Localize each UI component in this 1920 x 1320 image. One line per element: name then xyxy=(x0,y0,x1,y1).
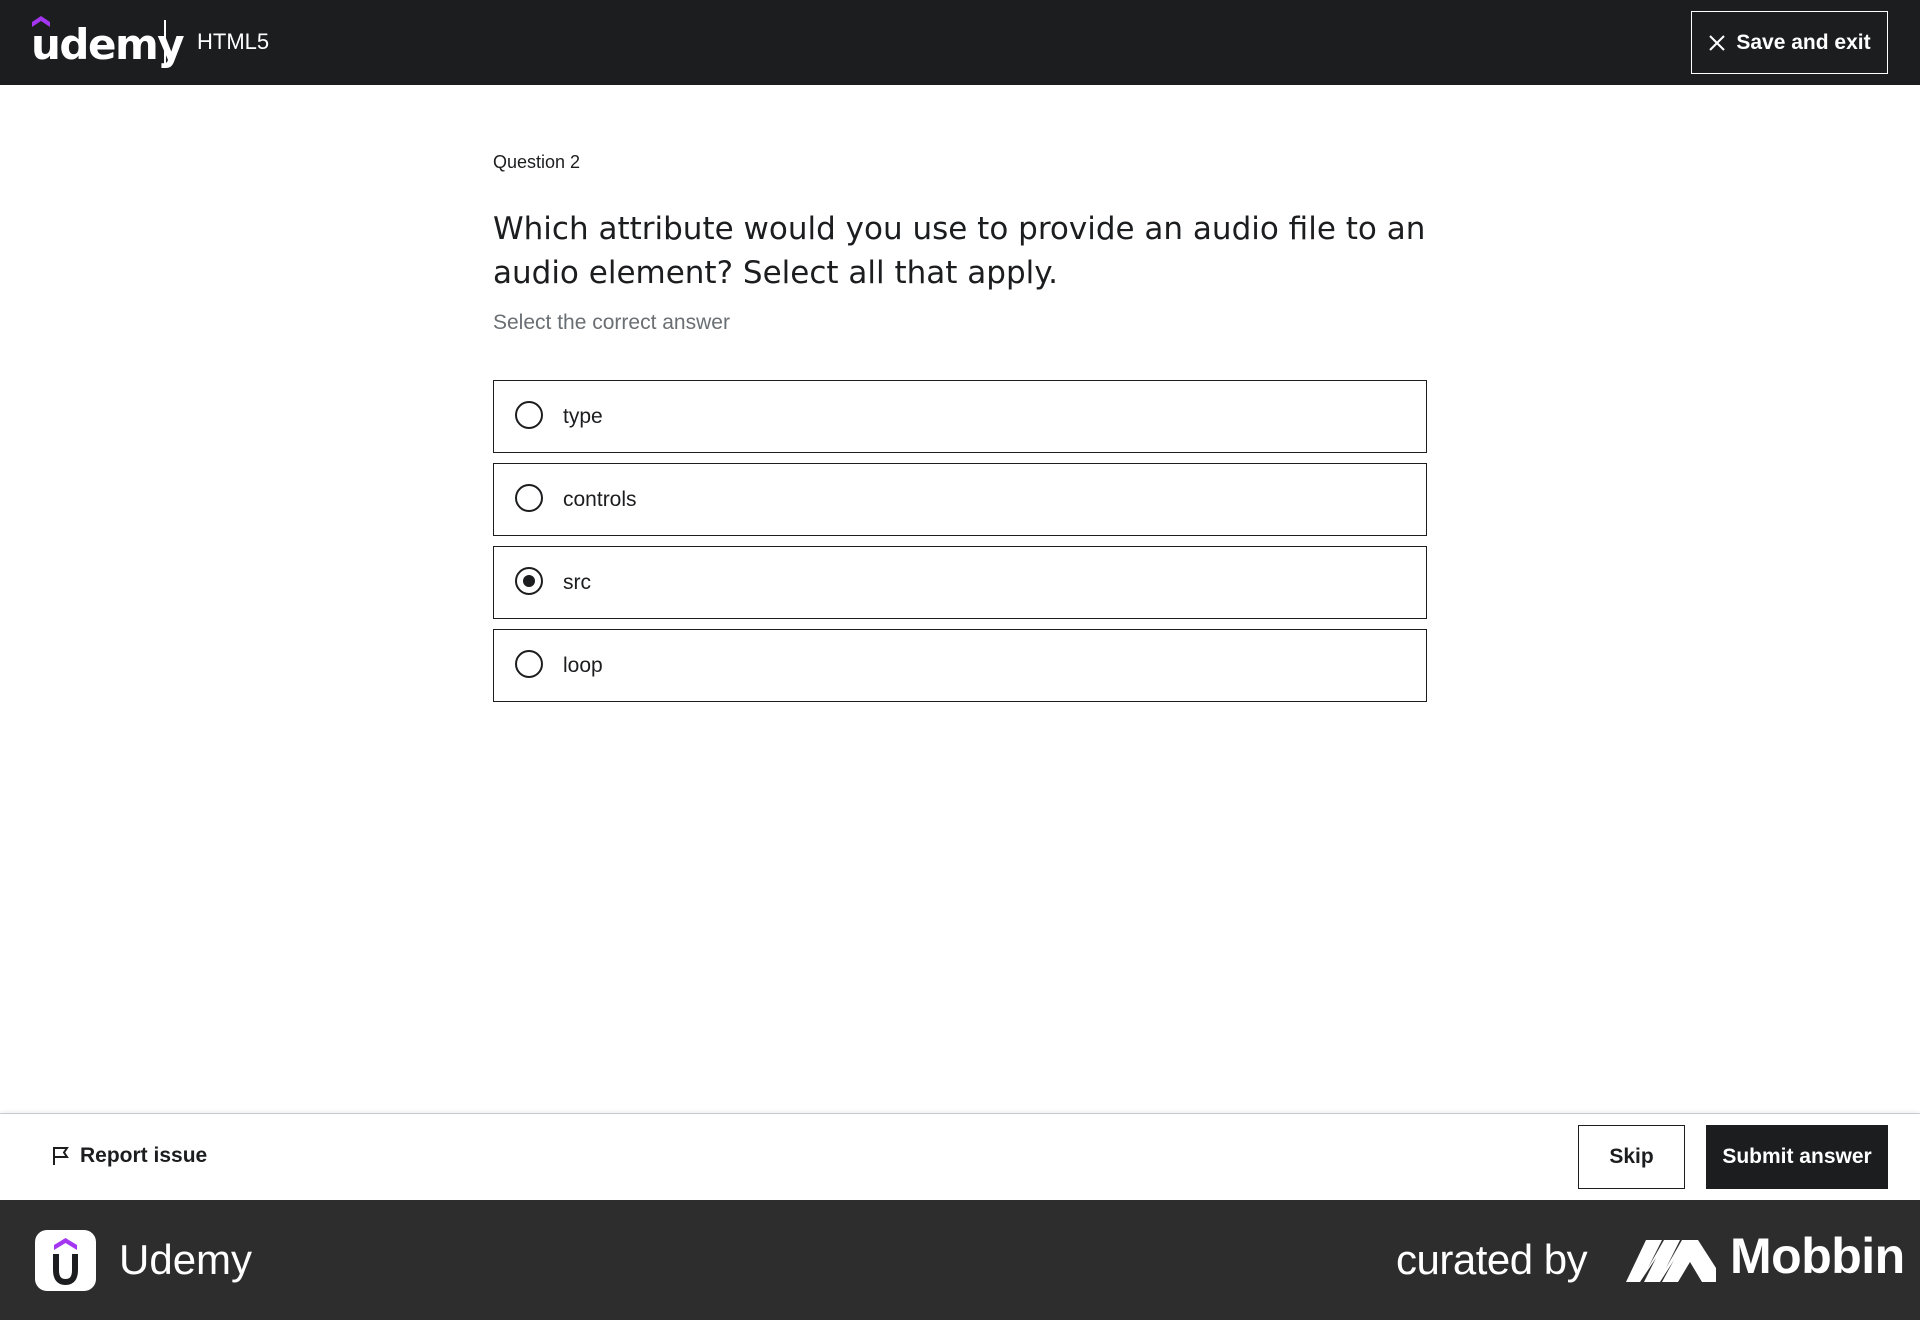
close-icon xyxy=(1709,34,1726,51)
attribution-banner: Udemy curated by Mobbin xyxy=(0,1200,1920,1320)
logo-hat-icon xyxy=(32,16,50,27)
answer-option[interactable]: src xyxy=(493,546,1427,619)
question-text: Which attribute would you use to provide… xyxy=(493,211,1426,291)
header-divider xyxy=(164,20,166,64)
report-issue-button[interactable]: Report issue xyxy=(50,1144,207,1168)
quiz-action-bar: Report issue Skip Submit answer xyxy=(0,1114,1920,1200)
save-and-exit-button[interactable]: Save and exit xyxy=(1691,11,1888,74)
udemy-u-icon xyxy=(53,1238,78,1286)
mobbin-brand-name: Mobbin xyxy=(1730,1228,1905,1284)
submit-answer-button[interactable]: Submit answer xyxy=(1706,1125,1888,1189)
question-number: Question 2 xyxy=(493,152,581,172)
course-title[interactable]: HTML5 xyxy=(197,28,269,56)
radio-unchecked-icon[interactable] xyxy=(515,401,543,429)
report-issue-label: Report issue xyxy=(80,1144,208,1167)
app-name: Udemy xyxy=(119,1236,253,1283)
skip-button[interactable]: Skip xyxy=(1578,1125,1685,1189)
save-and-exit-label: Save and exit xyxy=(1736,30,1871,54)
radio-unchecked-icon[interactable] xyxy=(515,650,543,678)
answer-options: type controls src loop xyxy=(493,380,1427,712)
radio-unchecked-icon[interactable] xyxy=(515,484,543,512)
answer-option-label: src xyxy=(563,571,591,594)
answer-option[interactable]: type xyxy=(493,380,1427,453)
question-hint: Select the correct answer xyxy=(493,311,730,334)
udemy-logo-text: udemy xyxy=(31,20,185,69)
top-header: udemy HTML5 Save and exit xyxy=(0,0,1920,85)
answer-option-label: loop xyxy=(563,654,603,677)
flag-icon xyxy=(53,1147,69,1165)
answer-option-label: type xyxy=(563,405,603,428)
answer-option[interactable]: controls xyxy=(493,463,1427,536)
answer-option[interactable]: loop xyxy=(493,629,1427,702)
udemy-logo[interactable]: udemy xyxy=(31,16,185,69)
radio-checked-icon[interactable] xyxy=(515,567,543,595)
mobbin-logo-icon xyxy=(1626,1240,1716,1282)
udemy-app-icon xyxy=(35,1230,96,1291)
curated-by-label: curated by xyxy=(1396,1236,1588,1283)
answer-option-label: controls xyxy=(563,488,637,511)
